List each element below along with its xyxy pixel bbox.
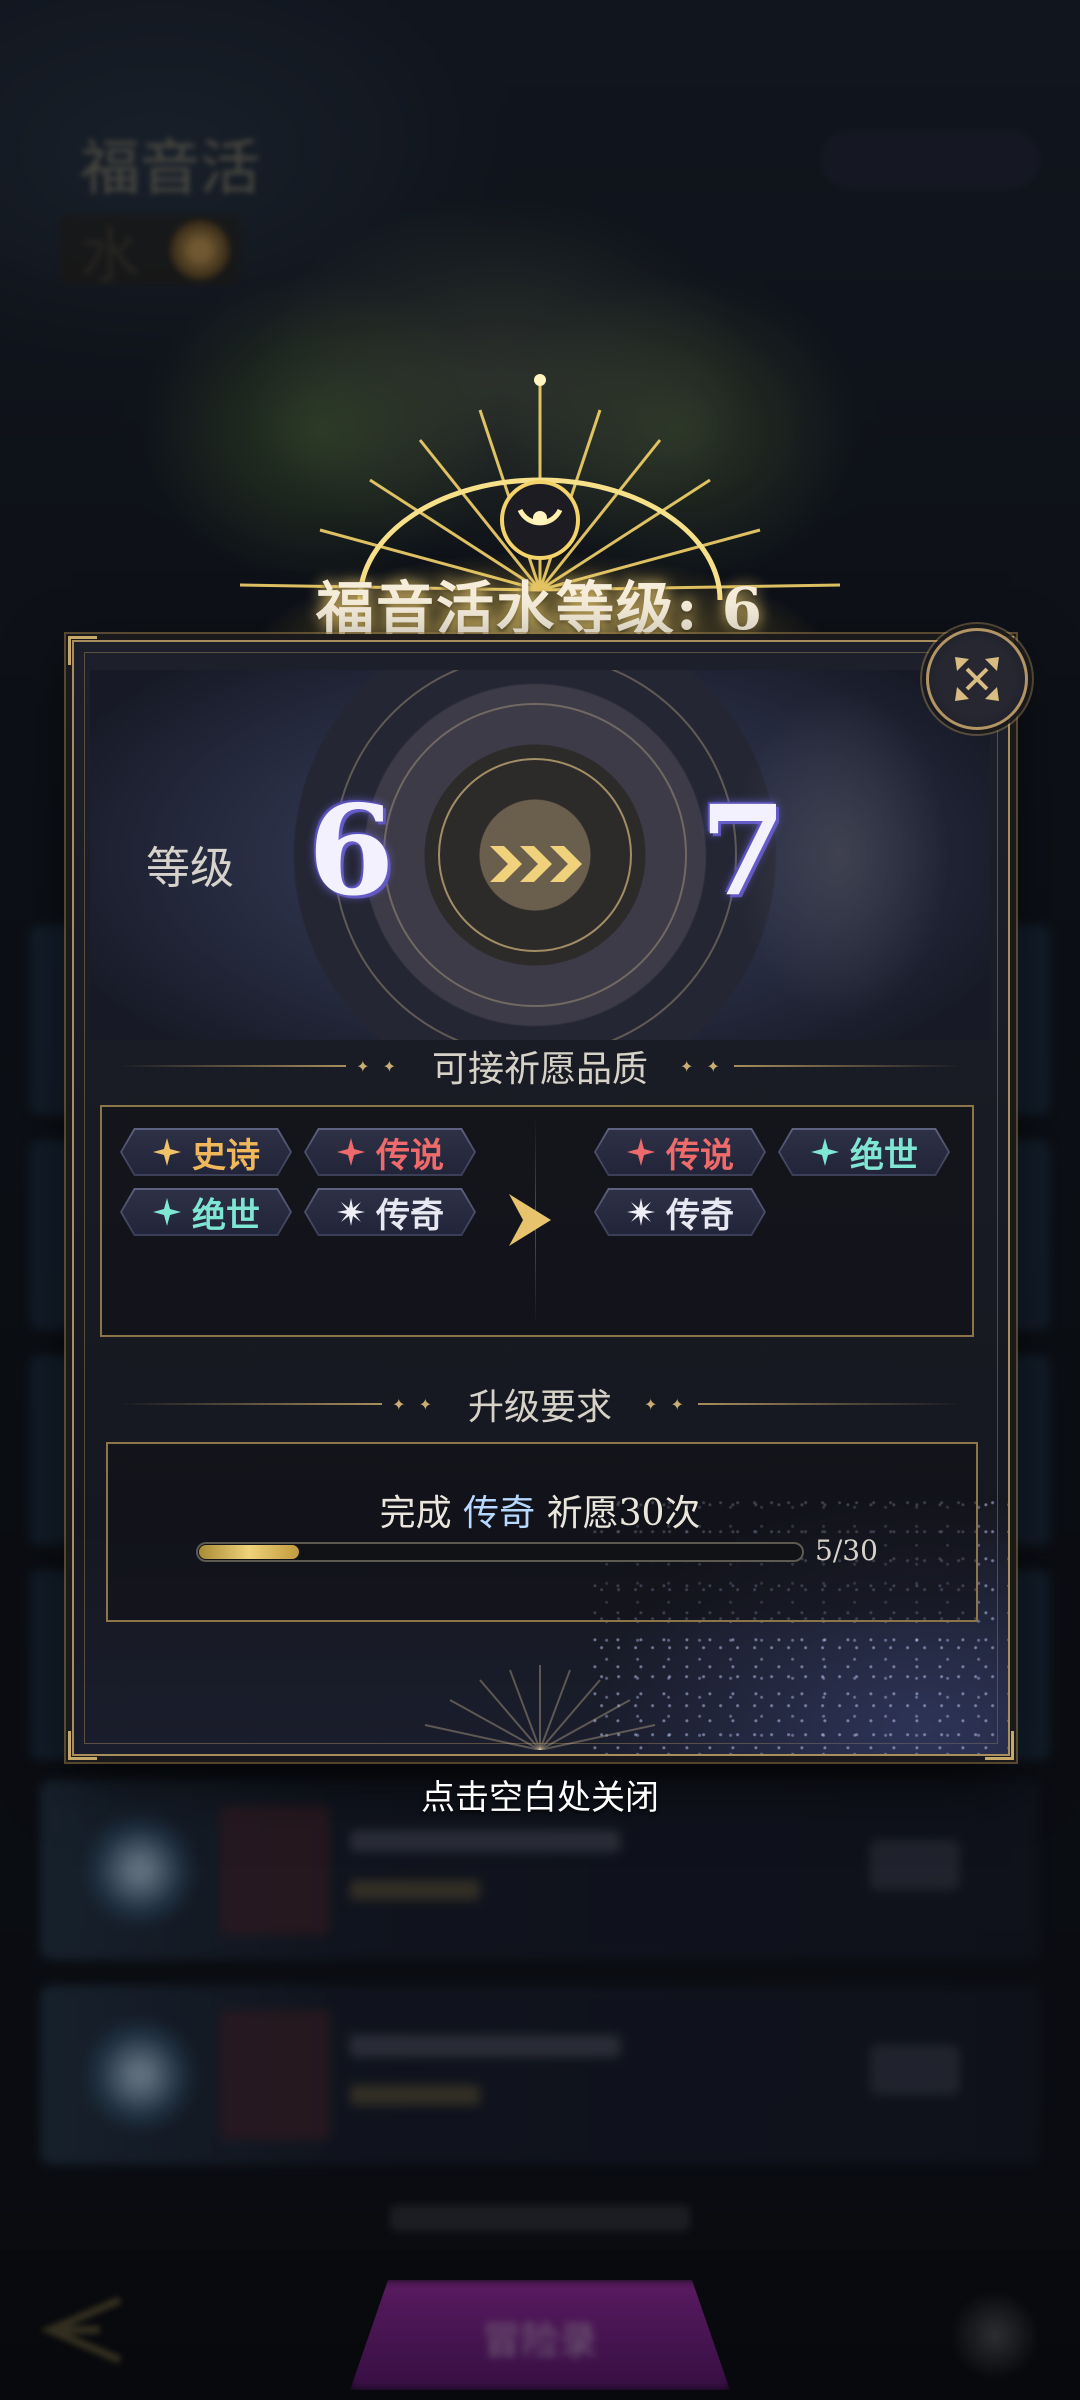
four-point-star-icon [626,1137,656,1167]
triple-chevron-right-icon [490,846,582,882]
requirement-suffix: 祈愿30次 [546,1493,701,1534]
requirement-section-header: ✦ ✦ 升级要求 ✦ ✦ [120,1378,961,1430]
requirement-text: 完成 传奇 祈愿30次 [0,1484,1080,1536]
bottom-rays-ornament [424,1665,656,1750]
requirement-progress-fill [199,1545,300,1559]
quality-tag-current-epic: 史诗 [120,1128,292,1176]
requirement-prefix: 完成 [379,1493,452,1534]
four-point-star-icon [152,1137,182,1167]
next-level: 7 [700,779,787,924]
requirement-progress-text: 5/30 [815,1534,878,1567]
requirement-progress-bar [196,1542,804,1562]
quality-tag-current-peerless: 绝世 [120,1188,292,1236]
quality-tag-next-legend: 传说 [594,1128,766,1176]
requirement-quality: 传奇 [463,1493,536,1534]
quality-section-title: 可接祈愿品质 [432,1049,649,1090]
quality-tag-next-peerless: 绝世 [778,1128,950,1176]
close-hint[interactable]: 点击空白处关闭 [0,1770,1080,1819]
close-button[interactable] [926,628,1028,730]
modal-title: 福音活水等级: 6 [316,575,764,643]
current-level: 6 [308,779,395,924]
quality-tag-current-legend: 传说 [304,1128,476,1176]
four-point-star-icon [152,1197,182,1227]
eight-point-star-icon [626,1197,656,1227]
level-label: 等级 [146,843,234,894]
eight-point-star-icon [336,1197,366,1227]
arrow-right-icon [509,1194,551,1246]
quality-tag-current-mythic: 传奇 [304,1188,476,1236]
diagonal-arrows-icon [955,657,999,701]
four-point-star-icon [810,1137,840,1167]
quality-section-header: ✦ ✦ 可接祈愿品质 ✦ ✦ [120,1040,961,1092]
requirement-section-title: 升级要求 [468,1387,613,1428]
four-point-star-icon [336,1137,366,1167]
quality-tag-next-mythic: 传奇 [594,1188,766,1236]
